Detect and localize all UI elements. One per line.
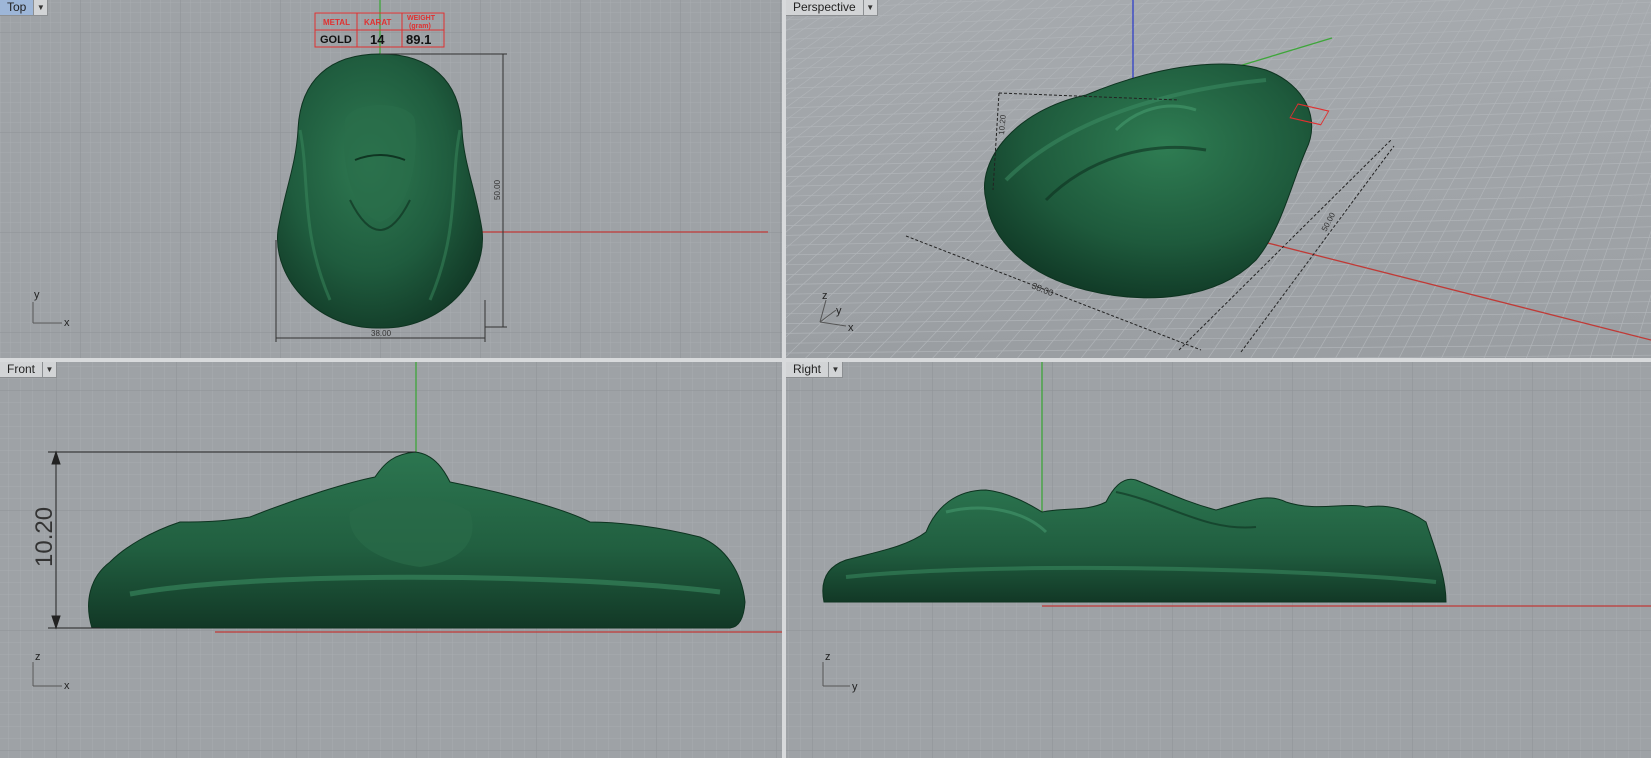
chevron-down-icon[interactable]: ▼ xyxy=(863,0,878,16)
right-viewport[interactable]: z y Right ▼ xyxy=(786,362,1651,758)
viewport-tab-perspective[interactable]: Perspective ▼ xyxy=(786,0,878,16)
perspective-viewport[interactable]: 10.20 38.00 50.00 z y x Perspective ▼ xyxy=(786,0,1651,358)
top-width-dimension: 38.00 xyxy=(371,329,392,338)
axis-label-y-right: y xyxy=(852,681,858,693)
axis-label-y: y xyxy=(34,289,40,301)
chevron-down-icon[interactable]: ▼ xyxy=(43,362,58,378)
tag-header-unit: (gram) xyxy=(409,23,431,30)
viewport-tab-right[interactable]: Right ▼ xyxy=(786,362,844,378)
axis-label-z-persp: z xyxy=(822,290,828,302)
axis-label-z-front: z xyxy=(35,651,41,663)
front-viewport[interactable]: 10.20 z x Front ▼ xyxy=(0,362,782,758)
viewport-tab-top[interactable]: Top ▼ xyxy=(0,0,49,16)
axis-label-y-persp: y xyxy=(836,305,842,317)
axis-label-x-front: x xyxy=(64,680,70,692)
metal-tag-table: METAL KARAT WEIGHT (gram) GOLD 14 89.1 xyxy=(314,12,445,48)
tag-value-weight: 89.1 xyxy=(406,32,431,47)
right-view-scene[interactable]: z y xyxy=(786,362,1651,758)
viewport-tab-front[interactable]: Front ▼ xyxy=(0,362,58,378)
viewport-title-top[interactable]: Top xyxy=(0,0,35,16)
chevron-down-icon[interactable]: ▼ xyxy=(829,362,844,378)
chevron-down-icon[interactable]: ▼ xyxy=(34,0,49,16)
front-view-scene[interactable]: 10.20 z x xyxy=(0,362,782,758)
top-viewport[interactable]: 50.00 38.00 METAL KARAT WEIGHT (gram) GO… xyxy=(0,0,782,358)
tag-header-metal: METAL xyxy=(323,18,350,27)
perspective-view-scene[interactable]: 10.20 38.00 50.00 z y x xyxy=(786,0,1651,358)
top-view-scene[interactable]: 50.00 38.00 METAL KARAT WEIGHT (gram) GO… xyxy=(0,0,782,358)
viewport-title-right[interactable]: Right xyxy=(786,362,830,378)
tag-value-metal: GOLD xyxy=(320,34,352,46)
viewport-title-front[interactable]: Front xyxy=(0,362,44,378)
tag-header-karat: KARAT xyxy=(364,18,392,27)
viewport-title-perspective[interactable]: Perspective xyxy=(786,0,864,16)
axis-label-x-persp: x xyxy=(848,322,854,334)
persp-height-dimension: 10.20 xyxy=(997,114,1008,135)
tag-value-karat: 14 xyxy=(370,32,385,47)
front-depth-dimension: 10.20 xyxy=(31,507,58,567)
tag-header-weight: WEIGHT xyxy=(407,15,436,22)
top-height-dimension: 50.00 xyxy=(493,179,502,200)
axis-label-z-right: z xyxy=(825,651,831,663)
axis-label-x: x xyxy=(64,317,70,329)
